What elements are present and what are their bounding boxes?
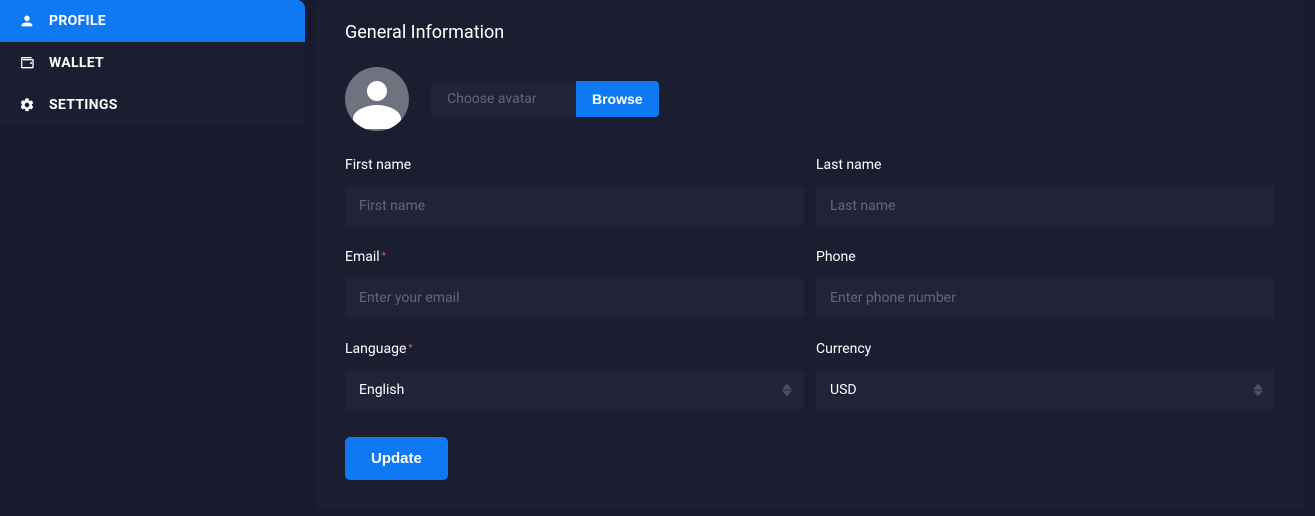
sidebar-item-label: SETTINGS [49,97,118,113]
sidebar: PROFILE WALLET SETTINGS [0,0,305,516]
avatar-upload: Choose avatar Browse [431,81,659,117]
last-name-input[interactable] [816,185,1275,227]
person-icon [19,13,35,29]
gear-icon [19,97,35,113]
currency-field: Currency USD [816,341,1275,411]
sidebar-item-label: WALLET [49,55,104,71]
phone-field: Phone [816,249,1275,319]
language-select[interactable]: English [345,369,804,411]
sidebar-panel: PROFILE WALLET SETTINGS [0,0,305,126]
avatar-file-label[interactable]: Choose avatar [431,81,576,117]
last-name-label: Last name [816,157,1275,173]
currency-select[interactable]: USD [816,369,1275,411]
browse-button[interactable]: Browse [576,81,659,117]
phone-label: Phone [816,249,1275,265]
email-field: Email* [345,249,804,319]
currency-label: Currency [816,341,1275,357]
avatar [345,67,409,131]
email-input[interactable] [345,277,804,319]
update-button[interactable]: Update [345,437,448,480]
sidebar-item-label: PROFILE [49,13,106,29]
first-name-label: First name [345,157,804,173]
sidebar-item-settings[interactable]: SETTINGS [0,84,305,126]
card-title: General Information [345,22,1275,43]
sidebar-item-wallet[interactable]: WALLET [0,42,305,84]
first-name-input[interactable] [345,185,804,227]
wallet-icon [19,55,35,71]
avatar-row: Choose avatar Browse [345,67,1275,131]
first-name-field: First name [345,157,804,227]
email-label: Email* [345,249,804,265]
sidebar-item-profile[interactable]: PROFILE [0,0,305,42]
language-label: Language* [345,341,804,357]
form-grid: First name Last name Email* Phone [345,157,1275,411]
main-content: General Information Choose avatar Browse… [305,0,1315,516]
language-field: Language* English [345,341,804,411]
phone-input[interactable] [816,277,1275,319]
general-info-card: General Information Choose avatar Browse… [315,0,1305,510]
last-name-field: Last name [816,157,1275,227]
